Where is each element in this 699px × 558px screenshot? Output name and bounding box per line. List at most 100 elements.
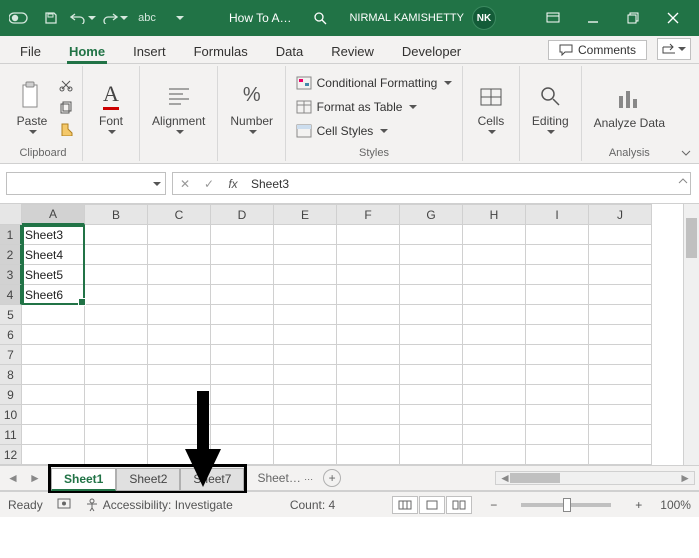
row-header-10[interactable]: 10: [0, 405, 22, 425]
cell-H12[interactable]: [463, 445, 526, 465]
zoom-out-icon[interactable]: −: [486, 498, 501, 512]
cell-E1[interactable]: [274, 225, 337, 245]
cell-E3[interactable]: [274, 265, 337, 285]
cell-C2[interactable]: [148, 245, 211, 265]
insert-function-icon[interactable]: fx: [221, 177, 245, 191]
column-header-G[interactable]: G: [400, 205, 463, 225]
name-box[interactable]: [6, 172, 166, 195]
tab-review[interactable]: Review: [319, 40, 386, 63]
customize-qat-icon[interactable]: [166, 5, 192, 31]
column-header-E[interactable]: E: [274, 205, 337, 225]
vertical-scrollbar[interactable]: [683, 204, 699, 465]
tab-data[interactable]: Data: [264, 40, 315, 63]
copy-button[interactable]: [58, 98, 74, 116]
page-layout-view-icon[interactable]: [419, 496, 445, 514]
cell-F8[interactable]: [337, 365, 400, 385]
cell-A4[interactable]: Sheet6: [22, 285, 85, 305]
number-button[interactable]: % Number: [226, 76, 277, 138]
cell-B2[interactable]: [85, 245, 148, 265]
column-header-F[interactable]: F: [337, 205, 400, 225]
cell-D8[interactable]: [211, 365, 274, 385]
cell-G5[interactable]: [400, 305, 463, 325]
cell-G10[interactable]: [400, 405, 463, 425]
sheet-nav-prev-icon[interactable]: ◄: [4, 471, 22, 485]
worksheet-grid[interactable]: ABCDEFGHIJ 1Sheet32Sheet43Sheet54Sheet65…: [0, 204, 699, 465]
row-header-6[interactable]: 6: [0, 325, 22, 345]
cell-B9[interactable]: [85, 385, 148, 405]
cell-J8[interactable]: [589, 365, 652, 385]
cell-E10[interactable]: [274, 405, 337, 425]
cell-B4[interactable]: [85, 285, 148, 305]
cell-I2[interactable]: [526, 245, 589, 265]
cell-J4[interactable]: [589, 285, 652, 305]
user-avatar[interactable]: NK: [472, 6, 496, 30]
cell-F11[interactable]: [337, 425, 400, 445]
zoom-in-icon[interactable]: +: [631, 498, 646, 512]
cell-B6[interactable]: [85, 325, 148, 345]
cell-H9[interactable]: [463, 385, 526, 405]
cell-H1[interactable]: [463, 225, 526, 245]
cell-I7[interactable]: [526, 345, 589, 365]
zoom-slider[interactable]: [521, 503, 611, 507]
cell-F6[interactable]: [337, 325, 400, 345]
cell-C7[interactable]: [148, 345, 211, 365]
cell-D2[interactable]: [211, 245, 274, 265]
cell-D5[interactable]: [211, 305, 274, 325]
cell-G9[interactable]: [400, 385, 463, 405]
cell-I8[interactable]: [526, 365, 589, 385]
formula-input[interactable]: Sheet3: [245, 177, 690, 191]
conditional-formatting-button[interactable]: Conditional Formatting: [296, 74, 453, 92]
comments-button[interactable]: Comments: [548, 40, 647, 60]
cell-B12[interactable]: [85, 445, 148, 465]
row-header-7[interactable]: 7: [0, 345, 22, 365]
cell-A2[interactable]: Sheet4: [22, 245, 85, 265]
close-icon[interactable]: [653, 0, 693, 36]
cell-G3[interactable]: [400, 265, 463, 285]
paste-button[interactable]: Paste: [12, 76, 52, 138]
cell-E2[interactable]: [274, 245, 337, 265]
redo-icon[interactable]: [102, 5, 128, 31]
column-header-B[interactable]: B: [85, 205, 148, 225]
cell-J12[interactable]: [589, 445, 652, 465]
zoom-level[interactable]: 100%: [660, 498, 691, 512]
cell-G2[interactable]: [400, 245, 463, 265]
row-header-4[interactable]: 4: [0, 285, 22, 305]
row-header-2[interactable]: 2: [0, 245, 22, 265]
cell-I10[interactable]: [526, 405, 589, 425]
row-header-1[interactable]: 1: [0, 225, 22, 245]
cut-button[interactable]: [58, 76, 74, 94]
cell-I4[interactable]: [526, 285, 589, 305]
cell-E5[interactable]: [274, 305, 337, 325]
normal-view-icon[interactable]: [392, 496, 418, 514]
cell-D3[interactable]: [211, 265, 274, 285]
cell-F7[interactable]: [337, 345, 400, 365]
cell-F9[interactable]: [337, 385, 400, 405]
cell-A9[interactable]: [22, 385, 85, 405]
cell-J5[interactable]: [589, 305, 652, 325]
new-sheet-button[interactable]: +: [323, 469, 341, 487]
cell-E9[interactable]: [274, 385, 337, 405]
cell-E6[interactable]: [274, 325, 337, 345]
sheet-tab-overflow[interactable]: Sheet… ⋯: [251, 471, 313, 485]
cell-C6[interactable]: [148, 325, 211, 345]
row-header-3[interactable]: 3: [0, 265, 22, 285]
tab-formulas[interactable]: Formulas: [182, 40, 260, 63]
cell-A12[interactable]: [22, 445, 85, 465]
cell-E7[interactable]: [274, 345, 337, 365]
cell-I12[interactable]: [526, 445, 589, 465]
cell-G7[interactable]: [400, 345, 463, 365]
cell-A6[interactable]: [22, 325, 85, 345]
sheet-nav-next-icon[interactable]: ►: [26, 471, 44, 485]
cell-I9[interactable]: [526, 385, 589, 405]
column-header-J[interactable]: J: [589, 205, 652, 225]
cell-B7[interactable]: [85, 345, 148, 365]
ribbon-display-icon[interactable]: [533, 0, 573, 36]
row-header-8[interactable]: 8: [0, 365, 22, 385]
cell-F3[interactable]: [337, 265, 400, 285]
column-header-C[interactable]: C: [148, 205, 211, 225]
cell-J1[interactable]: [589, 225, 652, 245]
spellcheck-icon[interactable]: abc: [134, 5, 160, 31]
cell-A3[interactable]: Sheet5: [22, 265, 85, 285]
macro-record-icon[interactable]: [57, 496, 71, 513]
format-as-table-button[interactable]: Format as Table: [296, 98, 418, 116]
